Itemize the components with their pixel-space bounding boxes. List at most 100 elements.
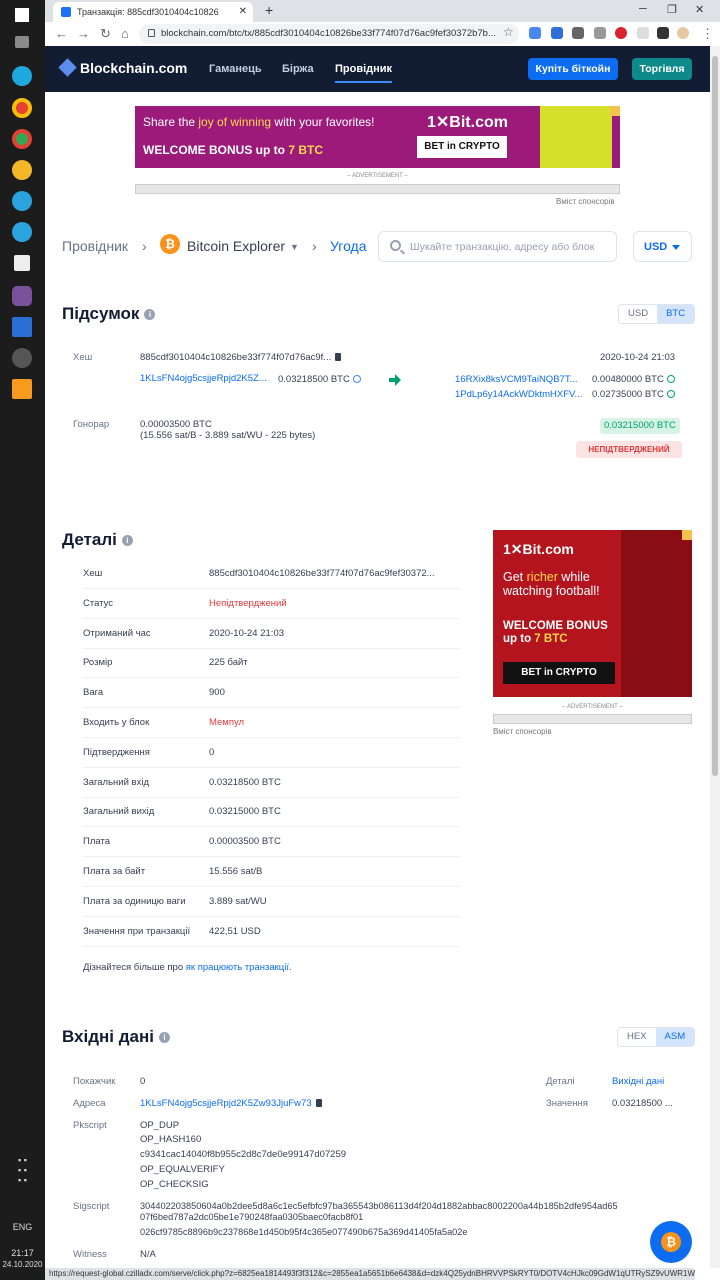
back-icon[interactable]: ← — [55, 26, 68, 41]
windows-taskbar: ▪ ▪ ▪ ▪ ▪ ▪ ENG 21:17 24.10.2020 — [0, 0, 45, 1280]
extension-icon[interactable] — [594, 27, 606, 39]
download-extension-icon[interactable] — [572, 27, 584, 39]
buy-bitcoin-button[interactable]: Купіть біткойн — [528, 58, 618, 80]
details-row: Статус Непідтверджений — [83, 589, 460, 619]
globe-icon[interactable] — [352, 375, 361, 383]
ad-cta-button[interactable]: BET in CRYPTO — [417, 136, 507, 158]
maximize-icon[interactable]: ❐ — [667, 3, 677, 16]
inputs-title: Вхідні дані i — [62, 1027, 170, 1047]
details-row: Вага 900 — [83, 678, 460, 709]
lock-icon[interactable] — [148, 29, 155, 37]
index-label: Покажчик — [73, 1076, 116, 1087]
bookmark-star-icon[interactable]: ☆ — [503, 25, 514, 39]
clock-date[interactable]: 24.10.2020 — [0, 1260, 45, 1269]
telegram-icon[interactable] — [12, 191, 32, 211]
task-view-icon[interactable] — [15, 36, 29, 48]
blockchain-logo[interactable]: Blockchain.com — [58, 58, 187, 77]
close-tab-icon[interactable]: ✕ — [239, 6, 247, 17]
clock-time[interactable]: 21:17 — [0, 1248, 45, 1258]
minimize-icon[interactable]: ─ — [639, 3, 647, 15]
translate-extension-icon[interactable] — [529, 27, 541, 39]
address-value: 1KLsFN4ojg5csjjeRpjd2K5Zw93JjuFw73 — [140, 1098, 322, 1109]
app-yellow-icon[interactable] — [12, 160, 32, 180]
hash-value: 885cdf3010404c10826be33f774f07d76ac9f... — [140, 352, 342, 363]
chevron-down-icon[interactable]: ▼ — [290, 242, 299, 252]
chrome-alt-icon[interactable] — [12, 129, 32, 149]
breadcrumb-bitcoin-explorer[interactable]: Bitcoin Explorer — [187, 238, 285, 254]
profile-avatar[interactable] — [677, 27, 689, 39]
toggle-hex[interactable]: HEX — [618, 1028, 656, 1046]
forward-icon[interactable]: → — [77, 26, 90, 41]
details-row: Розмір 225 байт — [83, 648, 460, 679]
trade-button[interactable]: Торгівля — [632, 58, 692, 80]
telegram-alt-icon[interactable] — [12, 222, 32, 242]
notes-extension-icon[interactable] — [637, 27, 649, 39]
output-address-2[interactable]: 1PdLp6y14AckWDktmHXFV... — [455, 389, 582, 400]
nav-wallet[interactable]: Гаманець — [209, 63, 262, 75]
toggle-asm[interactable]: ASM — [655, 1028, 695, 1046]
ad-scrollbar[interactable] — [493, 714, 692, 724]
details-key: Вага — [83, 687, 104, 699]
page-scrollbar[interactable] — [710, 46, 720, 1268]
new-tab-icon[interactable]: + — [265, 2, 273, 18]
details-key: Загальний вихід — [83, 806, 155, 818]
witness-value: N/A — [140, 1249, 156, 1260]
input-address-link[interactable]: 1KLsFN4ojg5csjjeRpjd2K5Zw93JjuFw73 — [140, 1098, 312, 1109]
windows-start-icon[interactable] — [15, 8, 29, 22]
nav-exchange[interactable]: Біржа — [282, 63, 314, 75]
adchoices-icon[interactable] — [682, 530, 692, 540]
details-row: Плата за байт 15.556 sat/B — [83, 857, 460, 887]
info-icon[interactable]: i — [158, 1032, 170, 1043]
sublime-icon[interactable] — [12, 379, 32, 399]
search-input[interactable]: Шукайте транзакцію, адресу або блок — [378, 231, 617, 262]
reload-icon[interactable]: ↻ — [100, 26, 111, 42]
browser-tab[interactable]: Транзакція: 885cdf3010404c10826 ✕ — [53, 2, 253, 22]
close-window-icon[interactable]: ✕ — [695, 3, 704, 16]
toggle-usd[interactable]: USD — [619, 305, 657, 323]
details-value: 0.00003500 BTC — [209, 836, 281, 848]
side-advertisement[interactable]: 1✕Bit.com Get richer while watching foot… — [493, 530, 692, 697]
edge-icon[interactable] — [12, 66, 32, 86]
copy-icon[interactable] — [315, 1099, 322, 1107]
details-value: 0.03218500 BTC — [209, 776, 281, 788]
info-icon[interactable]: i — [121, 535, 133, 546]
address-bar[interactable]: blockchain.com/btc/tx/885cdf3010404c1082… — [139, 24, 519, 44]
ad-scrollbar[interactable] — [135, 184, 620, 194]
send-icon[interactable] — [14, 255, 30, 271]
breadcrumb-explorer[interactable]: Провідник — [62, 238, 128, 254]
pkscript-line: OP_CHECKSIG — [140, 1179, 209, 1190]
learn-more-link[interactable]: як працюють транзакції. — [186, 962, 292, 973]
input-address[interactable]: 1KLsFN4ojg5csjjeRpjd2K5Z... — [140, 373, 267, 384]
chrome-icon[interactable] — [12, 98, 32, 118]
details-value: 2020-10-24 21:03 — [209, 627, 285, 639]
puzzle-extension-icon[interactable] — [551, 27, 563, 39]
output-link[interactable]: Вихідні дані — [612, 1076, 664, 1087]
home-icon[interactable]: ⌂ — [121, 26, 129, 41]
toggle-btc[interactable]: BTC — [657, 305, 695, 323]
info-icon[interactable]: i — [144, 309, 156, 320]
adblock-extension-icon[interactable] — [615, 27, 627, 39]
scrollbar-thumb[interactable] — [712, 56, 718, 776]
copy-icon[interactable] — [335, 353, 342, 361]
script-format-toggle[interactable]: HEX ASM — [617, 1027, 696, 1047]
output-address-1[interactable]: 16RXix8ksVCM9TaiNQB7T... — [455, 374, 577, 385]
tray-icons[interactable]: ▪ ▪ ▪ ▪ ▪ ▪ — [0, 1155, 45, 1185]
extensions-menu-icon[interactable] — [657, 27, 669, 39]
gear-icon[interactable] — [12, 348, 32, 368]
bitcoin-chat-button[interactable]: ₿ — [650, 1221, 692, 1263]
nav-explorer[interactable]: Провідник — [335, 63, 393, 83]
details-title: Деталі i — [62, 530, 133, 550]
globe-icon[interactable] — [666, 375, 675, 383]
summary-unit-toggle[interactable]: USD BTC — [618, 304, 696, 324]
currency-select[interactable]: USD — [633, 231, 692, 262]
top-advertisement[interactable]: Share the joy of winning with your favor… — [135, 106, 620, 168]
chrome-menu-icon[interactable]: ⋮ — [701, 26, 714, 42]
ad-cta-button[interactable]: BET in CRYPTO — [503, 662, 615, 684]
viber-icon[interactable] — [12, 286, 32, 306]
save-icon[interactable] — [12, 317, 32, 337]
breadcrumb-transaction[interactable]: Угода — [330, 238, 367, 254]
keyboard-language[interactable]: ENG — [0, 1222, 45, 1232]
value-amount: 0.03218500 ... — [612, 1098, 673, 1109]
globe-icon[interactable] — [666, 390, 675, 398]
adchoices-icon[interactable] — [610, 106, 620, 116]
